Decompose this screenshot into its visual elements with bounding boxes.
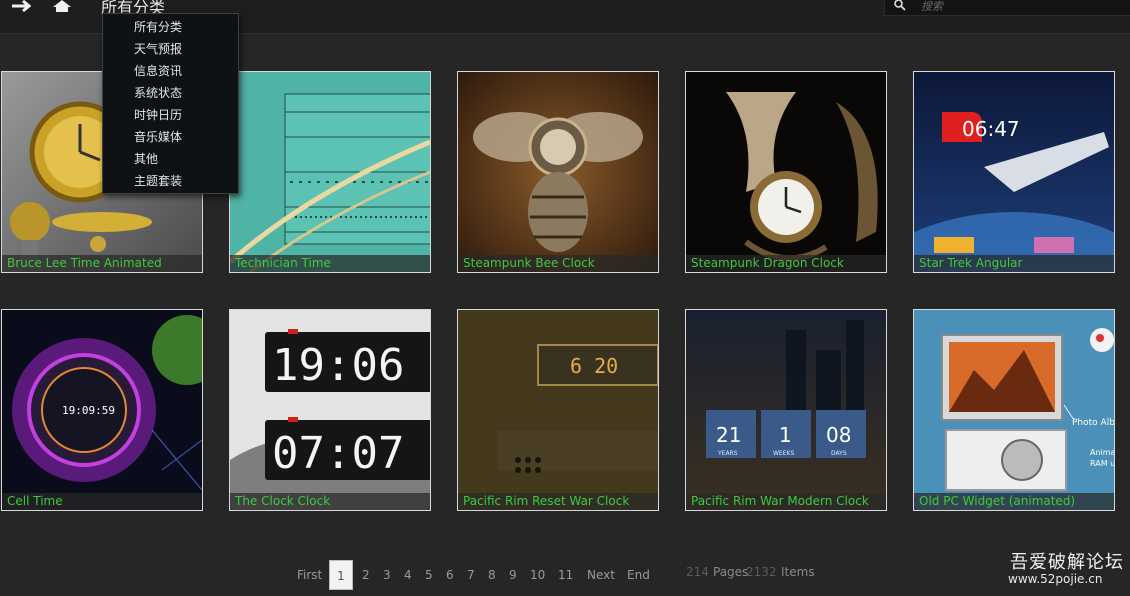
total-pages-count: 214 [686,565,709,579]
pager-page-6[interactable]: 6 [446,562,454,588]
pacific-rim-years-value: 21 [716,423,741,447]
total-items-count: 2132 [746,565,777,579]
tile-caption: Star Trek Angular [914,255,1114,272]
pages-label: Pages [713,565,749,579]
widget-tile-star-trek[interactable]: 06:47 Star Trek Angular [913,71,1115,273]
pacific-rim-reset-thumbnail: 6 20 [458,310,658,510]
tile-caption: Steampunk Bee Clock [458,255,658,272]
cell-time-thumbnail: 19:09:59 [2,310,202,510]
widget-tile-clock-clock[interactable]: 19:06 07:07 The Clock Clock [229,309,431,511]
dropdown-item-weather[interactable]: 天气预报 [103,38,238,60]
pager-page-5[interactable]: 5 [425,562,433,588]
watermark-name: 吾爱破解论坛 [1010,552,1124,573]
pagination: First 1 2 3 4 5 6 7 8 9 10 11 Next End 2… [0,560,1130,590]
pager-page-9[interactable]: 9 [509,562,517,588]
star-trek-clock-text: 06:47 [962,117,1020,141]
widget-tile-old-pc[interactable]: Photo Album Anima RAM u Old PC Widget (a… [913,309,1115,511]
old-pc-note-ram: RAM u [1090,459,1114,468]
cell-time-clock-text: 19:09:59 [62,404,115,417]
search-box [884,0,1130,16]
widget-tile-steampunk-bee[interactable]: Steampunk Bee Clock [457,71,659,273]
widget-tile-steampunk-dragon[interactable]: Steampunk Dragon Clock [685,71,887,273]
tile-caption: Technician Time [230,255,430,272]
pager-first[interactable]: First [297,562,322,588]
watermark-url: www.52pojie.cn [1008,572,1103,586]
steampunk-bee-thumbnail [458,72,658,272]
old-pc-note-anim: Anima [1090,448,1114,457]
pacific-rim-days-label: DAYS [831,450,847,457]
dropdown-item-news[interactable]: 信息资讯 [103,60,238,82]
pager-next[interactable]: Next [587,562,615,588]
star-trek-thumbnail: 06:47 [914,72,1114,272]
pager-page-7[interactable]: 7 [467,562,475,588]
back-arrow-icon[interactable] [8,0,38,14]
tile-caption: Pacific Rim Reset War Clock [458,493,658,510]
items-label: Items [781,565,815,579]
pacific-rim-years-label: YEARS [717,450,738,457]
dropdown-item-clock[interactable]: 时钟日历 [103,104,238,126]
dropdown-item-all[interactable]: 所有分类 [103,16,238,38]
search-icon[interactable] [893,0,907,14]
dropdown-item-media[interactable]: 音乐媒体 [103,126,238,148]
category-dropdown: 所有分类 天气预报 信息资讯 系统状态 时钟日历 音乐媒体 其他 主题套装 [102,13,239,194]
clock-clock-thumbnail: 19:06 07:07 [230,310,430,510]
dropdown-item-system[interactable]: 系统状态 [103,82,238,104]
tile-caption: Pacific Rim War Modern Clock [686,493,886,510]
pager-page-11[interactable]: 11 [558,562,573,588]
pager-page-10[interactable]: 10 [530,562,545,588]
widget-tile-cell-time[interactable]: 19:09:59 Cell Time [1,309,203,511]
pacific-rim-days-value: 08 [826,423,851,447]
pager-page-8[interactable]: 8 [488,562,496,588]
pacific-rim-weeks-label: WEEKS [773,450,794,457]
tile-caption: Bruce Lee Time Animated [2,255,202,272]
widget-tile-technician[interactable]: Technician Time [229,71,431,273]
tile-caption: Steampunk Dragon Clock [686,255,886,272]
dropdown-item-other[interactable]: 其他 [103,148,238,170]
pager-page-4[interactable]: 4 [404,562,412,588]
tile-caption: Old PC Widget (animated) [914,493,1114,510]
pacific-rim-weeks-value: 1 [779,423,792,447]
technician-calendar-thumbnail [230,72,430,272]
home-icon[interactable] [48,0,78,14]
search-input[interactable] [921,0,1121,14]
pager-end[interactable]: End [627,562,650,588]
tile-caption: Cell Time [2,493,202,510]
widget-tile-pacific-rim-reset[interactable]: 6 20 Pacific Rim Reset War Clock [457,309,659,511]
clock-clock-bottom-text: 07:07 [272,428,404,479]
dropdown-item-themes[interactable]: 主题套装 [103,170,238,192]
pager-page-3[interactable]: 3 [383,562,391,588]
old-pc-note-photo: Photo Album [1072,418,1114,428]
widget-tile-pacific-rim-modern[interactable]: 21 1 08 YEARS WEEKS DAYS Pacific Rim War… [685,309,887,511]
pager-page-2[interactable]: 2 [362,562,370,588]
pager-current-page[interactable]: 1 [329,560,353,590]
pacific-rim-reset-clock-text: 6 20 [570,354,618,378]
old-pc-widget-thumbnail: Photo Album Anima RAM u [914,310,1114,510]
pacific-rim-modern-thumbnail: 21 1 08 YEARS WEEKS DAYS [686,310,886,510]
steampunk-dragon-thumbnail [686,72,886,272]
clock-clock-top-text: 19:06 [272,340,404,391]
tile-caption: The Clock Clock [230,493,430,510]
